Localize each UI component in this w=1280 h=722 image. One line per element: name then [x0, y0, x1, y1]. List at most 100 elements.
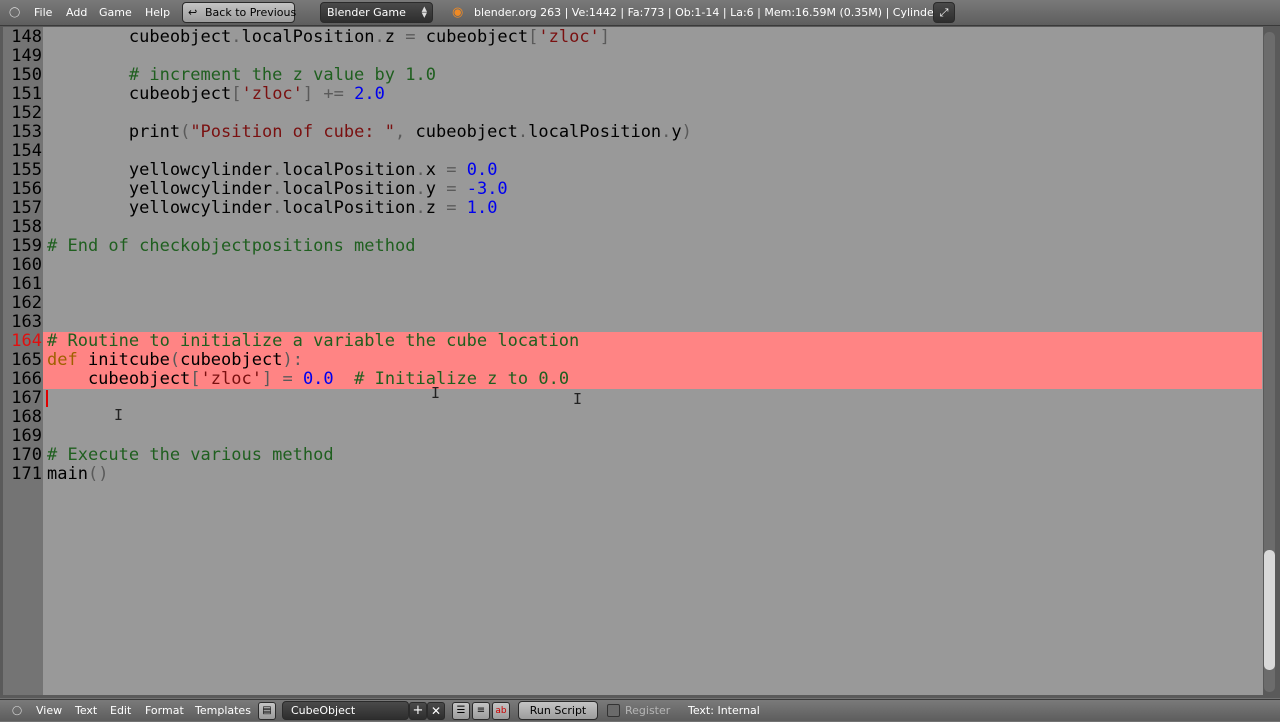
line-number: 160: [11, 255, 42, 275]
vertical-scrollbar-thumb[interactable]: [1264, 550, 1275, 670]
code-line[interactable]: print("Position of cube: ", cubeobject.l…: [47, 123, 692, 142]
line-number: 149: [11, 46, 42, 66]
code-token-txt: z: [384, 27, 406, 47]
code-token-op: .: [415, 198, 426, 218]
back-icon: ↩: [188, 6, 198, 19]
info-header: ◯ File Add Game Help ↩ Back to Previous …: [0, 0, 1280, 26]
blender-logo-icon: ◉: [452, 5, 464, 20]
back-to-previous-label: Back to Previous: [205, 6, 297, 19]
mouse-ibeam-cursor: I: [431, 384, 441, 402]
code-token-op: (): [87, 464, 109, 484]
text-datablock-name: CubeObject: [291, 704, 356, 717]
code-token-txt: cubeobject: [47, 27, 232, 47]
code-line[interactable]: # increment the z value by 1.0: [47, 66, 436, 85]
code-line[interactable]: # Execute the various method: [47, 446, 334, 465]
code-token-op: ,: [395, 122, 406, 142]
line-number: 168: [11, 407, 42, 427]
code-token-txt: print: [47, 122, 181, 142]
code-token-txt: localPosition: [241, 27, 375, 47]
code-token-txt: cubeobject: [180, 350, 283, 370]
code-line[interactable]: yellowcylinder.localPosition.x = 0.0: [47, 160, 498, 180]
code-token-op: =: [446, 179, 457, 199]
menu-file[interactable]: File: [34, 0, 52, 25]
code-token-op: ): [681, 122, 692, 142]
code-token-num: -3.0: [466, 179, 508, 199]
line-number: 159: [11, 236, 42, 256]
engine-select[interactable]: Blender Game ▲ ▼: [320, 2, 433, 23]
scene-status-text: blender.org 263 | Ve:1442 | Fa:773 | Ob:…: [474, 6, 939, 19]
code-line[interactable]: main(): [47, 465, 108, 484]
line-number: 158: [11, 217, 42, 237]
code-line[interactable]: cubeobject.localPosition.z = cubeobject[…: [47, 28, 610, 47]
fullscreen-icon: ⤢: [939, 6, 949, 19]
menu-edit[interactable]: Edit: [110, 700, 131, 721]
code-token-txt: y: [671, 122, 682, 142]
code-token-op: .: [374, 27, 385, 47]
code-line[interactable]: yellowcylinder.localPosition.y = -3.0: [47, 180, 508, 199]
menu-templates[interactable]: Templates: [195, 700, 251, 721]
menu-text[interactable]: Text: [75, 700, 97, 721]
text-datablock-browse-button[interactable]: ▤: [258, 702, 276, 720]
editor-type-icon[interactable]: ◯: [9, 0, 20, 25]
menu-add[interactable]: Add: [66, 0, 87, 25]
code-token-op: .: [415, 179, 426, 199]
code-token-op: (: [180, 122, 191, 142]
line-number: 151: [11, 84, 42, 104]
code-token-op: ):: [282, 350, 303, 370]
mouse-ibeam-cursor: I: [573, 390, 583, 408]
code-line[interactable]: def initcube(cubeobject):: [47, 351, 303, 370]
engine-select-label: Blender Game: [327, 6, 406, 19]
syntax-highlight-icon: ab: [495, 706, 507, 716]
text-cursor: [46, 390, 48, 407]
syntax-highlight-toggle[interactable]: ab: [492, 702, 510, 720]
menu-help[interactable]: Help: [145, 0, 170, 25]
code-token-num: 0.0: [466, 160, 498, 180]
code-line[interactable]: # End of checkobjectpositions method: [47, 237, 415, 256]
line-number: 163: [11, 312, 42, 332]
updown-arrow-icon: ▲ ▼: [421, 5, 427, 19]
code-token-op: .: [517, 122, 529, 142]
code-line[interactable]: cubeobject['zloc'] = 0.0 # Initialize z …: [47, 370, 569, 389]
register-label: Register: [625, 704, 671, 717]
code-token-num: 1.0: [466, 198, 498, 218]
code-line[interactable]: yellowcylinder.localPosition.z = 1.0: [47, 198, 498, 218]
code-token-op: .: [272, 179, 283, 199]
line-number: 157: [11, 198, 42, 218]
line-number: 165: [11, 350, 42, 370]
menu-format[interactable]: Format: [145, 700, 184, 721]
code-token-str: "Position of cube: ": [190, 122, 396, 142]
menu-view[interactable]: View: [36, 700, 62, 721]
code-token-txt: cubeobject: [47, 369, 191, 389]
new-text-button[interactable]: +: [409, 702, 427, 720]
close-icon: ✕: [430, 704, 442, 718]
run-script-button[interactable]: Run Script: [518, 701, 598, 720]
line-number: 156: [11, 179, 42, 199]
menu-game[interactable]: Game: [99, 0, 132, 25]
code-line[interactable]: # Routine to initialize a variable the c…: [47, 332, 579, 351]
register-checkbox[interactable]: [607, 704, 620, 717]
line-numbers-icon: ☰: [456, 705, 466, 716]
line-number: 150: [11, 65, 42, 85]
editor-type-icon[interactable]: ◯: [12, 700, 22, 721]
word-wrap-toggle[interactable]: ≡: [472, 702, 490, 720]
code-token-op: =: [446, 160, 457, 180]
code-token-op: [: [231, 84, 242, 104]
code-token-txt: z: [425, 198, 447, 218]
line-number: 166: [11, 369, 42, 389]
code-line[interactable]: cubeobject['zloc'] += 2.0: [47, 85, 385, 104]
code-token-op: .: [661, 122, 672, 142]
text-location-status: Text: Internal: [688, 704, 760, 717]
line-number: 162: [11, 293, 42, 313]
back-to-previous-button[interactable]: ↩ Back to Previous: [182, 2, 297, 23]
text-datablock-name-field[interactable]: CubeObject: [282, 701, 409, 720]
unlink-text-button[interactable]: ✕: [427, 702, 445, 720]
code-token-txt: main: [47, 464, 88, 484]
line-number: 161: [11, 274, 42, 294]
fullscreen-button[interactable]: ⤢: [933, 2, 955, 23]
code-token-op: =: [405, 27, 416, 47]
line-numbers-toggle[interactable]: ☰: [452, 702, 470, 720]
code-token-cmt: # End of checkobjectpositions method: [47, 236, 416, 256]
code-token-op: ] =: [261, 369, 293, 389]
